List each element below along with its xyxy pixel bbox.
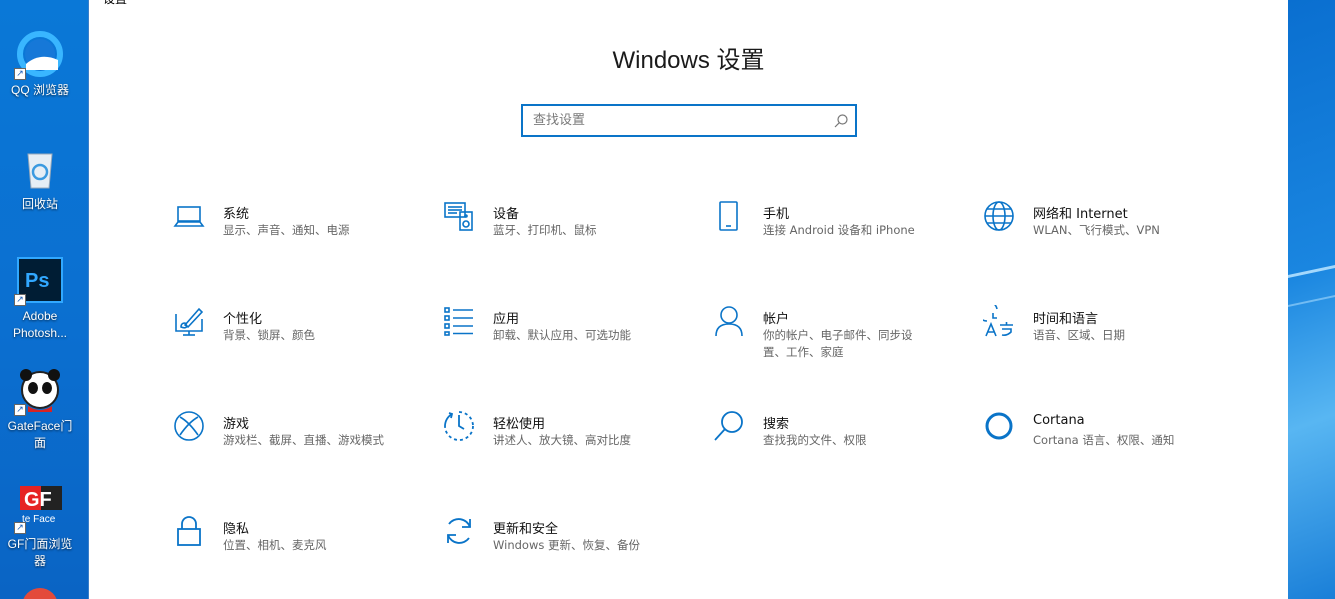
- paint-monitor-icon: [173, 305, 205, 337]
- tile-title: 游戏: [223, 417, 250, 432]
- tile-title: 应用: [493, 312, 520, 327]
- tile-description: Windows 更新、恢复、备份: [493, 538, 640, 552]
- tile-update-security[interactable]: 更新和安全 Windows 更新、恢复、备份: [443, 515, 693, 585]
- globe-icon: [983, 200, 1015, 232]
- tile-title: 网络和 Internet: [1033, 207, 1128, 222]
- tile-search[interactable]: 搜索 查找我的文件、权限: [713, 410, 963, 480]
- desktop-icon-label: GateFace门面: [7, 419, 73, 450]
- tile-gaming[interactable]: 游戏 游戏栏、截屏、直播、游戏模式: [173, 410, 423, 480]
- tile-privacy[interactable]: 隐私 位置、相机、麦克风: [173, 515, 423, 585]
- cortana-icon: [983, 410, 1015, 442]
- tile-title: Cortana: [1033, 413, 1085, 428]
- apps-list-icon: [443, 305, 475, 337]
- desktop-icon-gf-browser[interactable]: GF te Face ↗ GF门面浏览器: [4, 484, 76, 570]
- tile-description: WLAN、飞行模式、VPN: [1033, 223, 1160, 237]
- settings-window: 设置 ☐ ✕ Windows 设置 系统 显示、声音、通知、电源: [88, 0, 1288, 599]
- tile-description: 你的帐户、电子邮件、同步设置、工作、家庭: [763, 328, 913, 359]
- gf-browser-icon: GF te Face ↗: [14, 484, 64, 534]
- desktop-icon-label: 回收站: [21, 197, 58, 211]
- tile-description: 连接 Android 设备和 iPhone: [763, 223, 915, 237]
- tile-description: 位置、相机、麦克风: [223, 538, 327, 552]
- tile-description: 讲述人、放大镜、高对比度: [493, 433, 631, 447]
- search-box[interactable]: [521, 104, 857, 137]
- ease-of-access-icon: [443, 410, 475, 442]
- phone-icon: [713, 200, 745, 232]
- tile-description: 显示、声音、通知、电源: [223, 223, 350, 237]
- photoshop-icon: Ps ↗: [14, 256, 64, 306]
- tile-description: 语音、区域、日期: [1033, 328, 1125, 342]
- tile-time-language[interactable]: 时间和语言 语音、区域、日期: [983, 305, 1233, 375]
- desktop-icon-gateface[interactable]: ↗ GateFace门面: [4, 366, 76, 452]
- desktop-icons: ↗ QQ 浏览器 回收站 Ps ↗ Adobe Photosh... ↗ Gat…: [0, 0, 88, 599]
- search-icon[interactable]: [833, 113, 849, 129]
- tile-description: 卸载、默认应用、可选功能: [493, 328, 631, 342]
- tile-title: 系统: [223, 207, 250, 222]
- tile-system[interactable]: 系统 显示、声音、通知、电源: [173, 200, 423, 270]
- tile-title: 设备: [493, 207, 520, 222]
- svg-text:Ps: Ps: [25, 270, 49, 292]
- gf-sub-text: te Face: [22, 514, 56, 525]
- xbox-icon: [173, 410, 205, 442]
- tile-title: 隐私: [223, 522, 250, 537]
- tile-apps[interactable]: 应用 卸载、默认应用、可选功能: [443, 305, 693, 375]
- tile-accounts[interactable]: 帐户 你的帐户、电子邮件、同步设置、工作、家庭: [713, 305, 963, 375]
- tile-description: 背景、锁屏、颜色: [223, 328, 315, 342]
- desktop-icon-recycle-bin[interactable]: 回收站: [4, 144, 76, 213]
- desktop-icon-label: Adobe Photosh...: [12, 309, 68, 340]
- keyboard-speaker-icon: [443, 200, 475, 232]
- tile-title: 时间和语言: [1033, 312, 1099, 327]
- tile-title: 个性化: [223, 312, 263, 327]
- tile-personalization[interactable]: 个性化 背景、锁屏、颜色: [173, 305, 423, 375]
- tile-devices[interactable]: 设备 蓝牙、打印机、鼠标: [443, 200, 693, 270]
- tile-title: 手机: [763, 207, 790, 222]
- laptop-icon: [173, 200, 205, 232]
- tile-description: 蓝牙、打印机、鼠标: [493, 223, 597, 237]
- tile-description: Cortana 语言、权限、通知: [1033, 433, 1175, 447]
- search-input[interactable]: [523, 106, 823, 135]
- tile-title: 轻松使用: [493, 417, 546, 432]
- panda-icon: ↗: [14, 366, 64, 416]
- tile-ease-of-access[interactable]: 轻松使用 讲述人、放大镜、高对比度: [443, 410, 693, 480]
- desktop-icon-photoshop[interactable]: Ps ↗ Adobe Photosh...: [4, 256, 76, 342]
- gf-logo-text: GF: [24, 489, 52, 511]
- desktop-icon-label: GF门面浏览器: [7, 537, 73, 568]
- search-icon: [713, 410, 745, 442]
- title-bar: 设置 ☐ ✕: [89, 0, 1288, 6]
- desktop-icon-label: QQ 浏览器: [10, 83, 69, 97]
- tile-title: 更新和安全: [493, 522, 559, 537]
- tile-description: 游戏栏、截屏、直播、游戏模式: [223, 433, 384, 447]
- tile-title: 帐户: [763, 312, 790, 327]
- recycle-bin-icon: [16, 144, 64, 192]
- tile-description: 查找我的文件、权限: [763, 433, 867, 447]
- qq-browser-icon: ↗: [14, 30, 64, 80]
- person-icon: [713, 305, 745, 337]
- time-language-icon: [983, 305, 1015, 337]
- window-title: 设置: [103, 0, 127, 7]
- close-button[interactable]: ✕: [1243, 0, 1289, 6]
- page-title: Windows 设置: [612, 47, 765, 74]
- desktop-icon-partial[interactable]: [22, 588, 58, 599]
- update-icon: [443, 515, 475, 547]
- maximize-button[interactable]: ☐: [1197, 0, 1243, 6]
- tile-phone[interactable]: 手机 连接 Android 设备和 iPhone: [713, 200, 963, 270]
- tile-cortana[interactable]: Cortana Cortana 语言、权限、通知: [983, 410, 1233, 480]
- lock-icon: [173, 515, 205, 547]
- tile-network[interactable]: 网络和 Internet WLAN、飞行模式、VPN: [983, 200, 1233, 270]
- desktop-icon-qq-browser[interactable]: ↗ QQ 浏览器: [4, 30, 76, 99]
- tile-title: 搜索: [763, 417, 790, 432]
